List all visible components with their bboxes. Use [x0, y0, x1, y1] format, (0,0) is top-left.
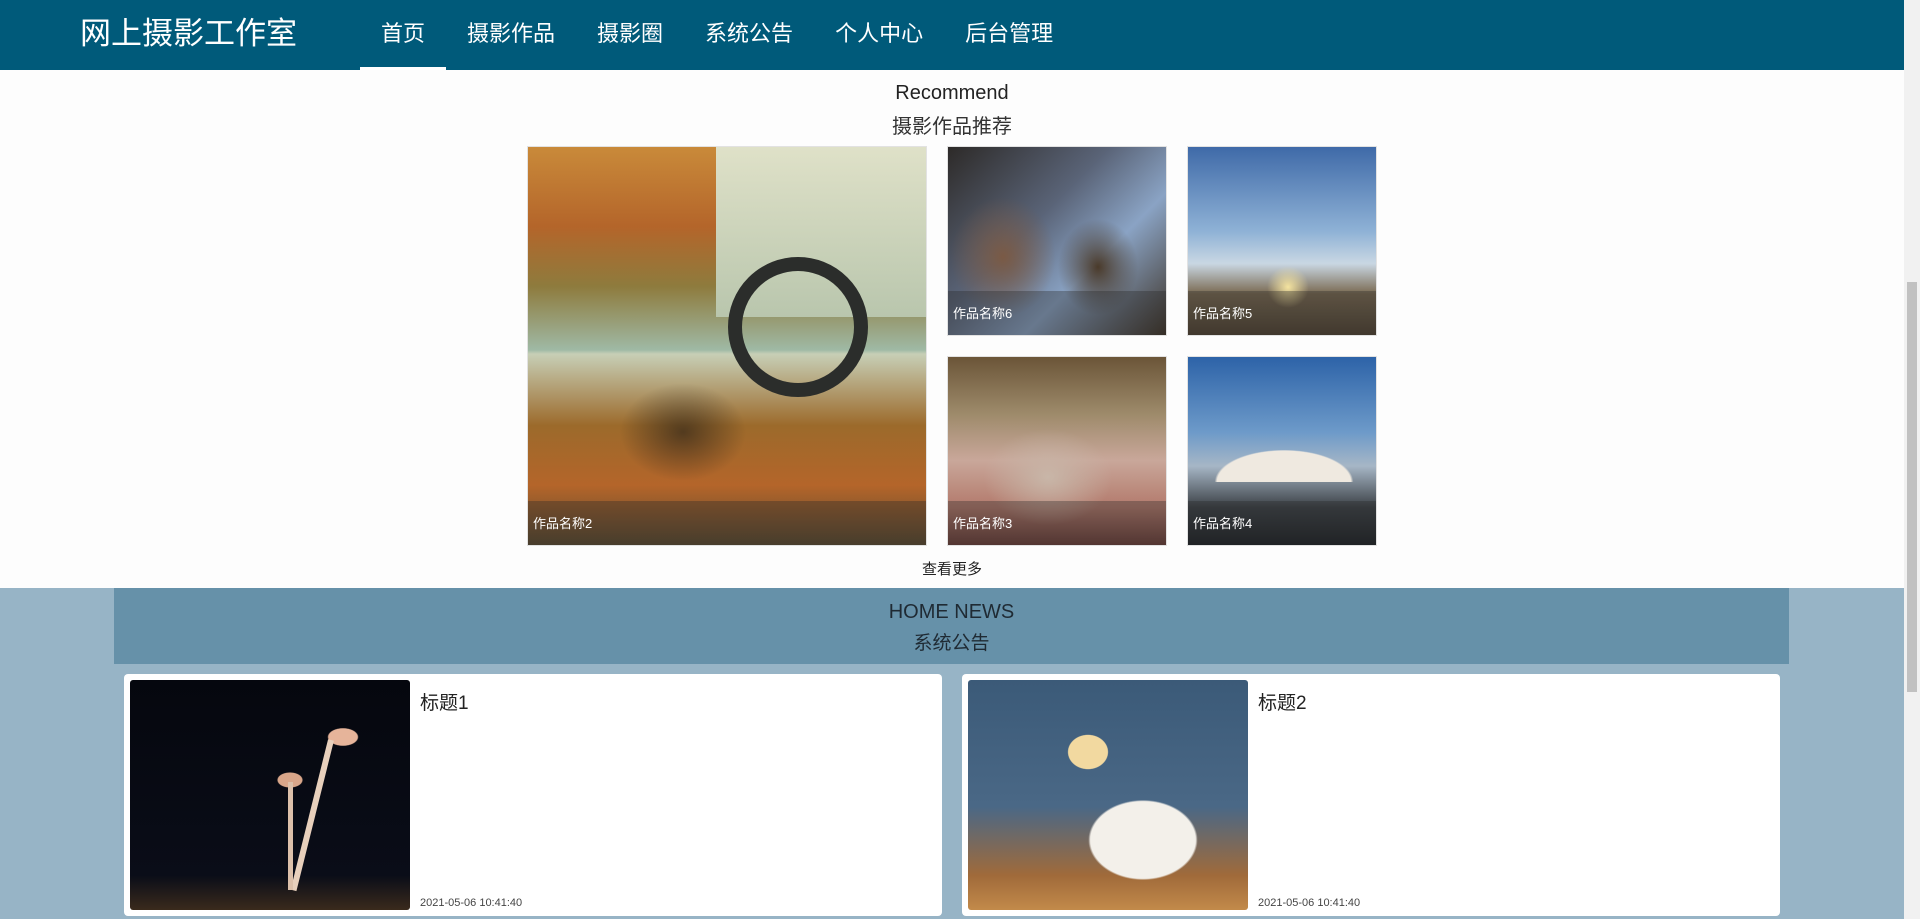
nav-item-circle[interactable]: 摄影圈: [576, 0, 684, 70]
nav-item-profile[interactable]: 个人中心: [814, 0, 944, 70]
nav-item-home[interactable]: 首页: [360, 0, 447, 70]
work-card[interactable]: 作品名称6: [947, 146, 1167, 336]
news-card[interactable]: 标题2 2021-05-06 10:41:40: [962, 674, 1780, 916]
recommend-title-en: Recommend: [895, 82, 1009, 104]
news-card[interactable]: 标题1 2021-05-06 10:41:40: [124, 674, 942, 916]
page-scrollbar[interactable]: [1904, 0, 1920, 919]
recommend-section: Recommend 摄影作品推荐 作品名称2 作品名称6 作品名称5 作品名称3…: [0, 70, 1904, 588]
work-title: 作品名称2: [533, 516, 593, 531]
work-card[interactable]: 作品名称4: [1187, 356, 1377, 546]
nav-item-admin[interactable]: 后台管理: [944, 0, 1074, 70]
news-title-cn: 系统公告: [913, 633, 990, 654]
news-item-date: 2021-05-06 10:41:40: [420, 897, 523, 909]
recommend-title-cn: 摄影作品推荐: [892, 116, 1012, 138]
news-thumbnail: [130, 680, 410, 910]
news-item-date: 2021-05-06 10:41:40: [1258, 897, 1361, 909]
work-title: 作品名称6: [953, 306, 1013, 321]
nav-item-announcements[interactable]: 系统公告: [684, 0, 814, 70]
top-navbar: 网上摄影工作室 首页 摄影作品 摄影圈 系统公告 个人中心 后台管理: [0, 0, 1904, 70]
news-item-title: 标题1: [420, 693, 469, 714]
scrollbar-thumb[interactable]: [1907, 282, 1917, 692]
view-more-link[interactable]: 查看更多: [0, 558, 1904, 579]
work-card[interactable]: 作品名称3: [947, 356, 1167, 546]
work-card[interactable]: 作品名称5: [1187, 146, 1377, 336]
main-nav: 首页 摄影作品 摄影圈 系统公告 个人中心 后台管理: [360, 0, 1074, 70]
site-brand[interactable]: 网上摄影工作室: [80, 14, 297, 54]
news-title-en: HOME NEWS: [888, 601, 1015, 623]
news-thumbnail: [968, 680, 1248, 910]
work-title: 作品名称3: [953, 516, 1013, 531]
work-title: 作品名称4: [1193, 516, 1253, 531]
work-photo: [528, 147, 926, 545]
news-item-title: 标题2: [1258, 693, 1307, 714]
nav-item-works[interactable]: 摄影作品: [446, 0, 576, 70]
news-header: HOME NEWS 系统公告: [114, 588, 1789, 664]
work-card-large[interactable]: 作品名称2: [527, 146, 927, 546]
work-title: 作品名称5: [1193, 306, 1253, 321]
